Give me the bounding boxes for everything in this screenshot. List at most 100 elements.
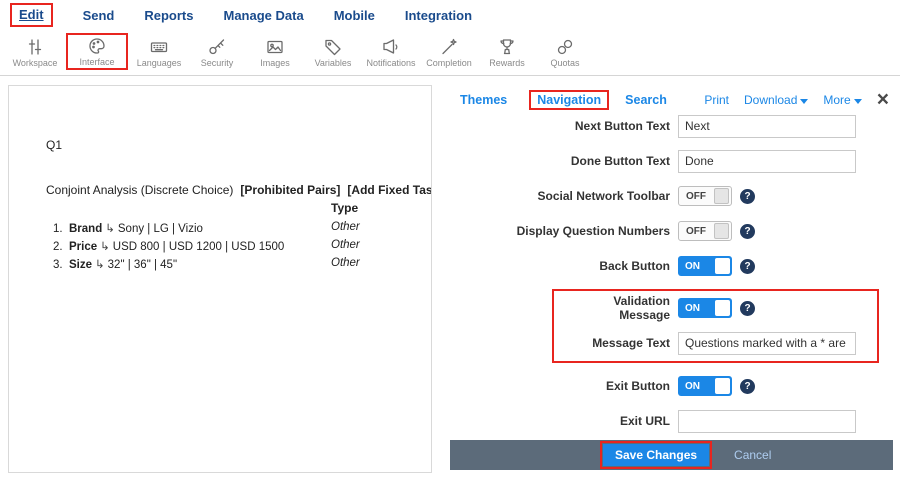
menu-item-reports[interactable]: Reports (144, 8, 193, 23)
print-link[interactable]: Print (704, 93, 729, 107)
form-row-display-question-numbers: Display Question Numbers OFF ? (450, 219, 893, 243)
row-number: 3. (53, 259, 69, 271)
exit-url-input[interactable] (678, 410, 856, 433)
arrow-icon: ↳ (95, 259, 105, 271)
toolbar-item-variables[interactable]: Variables (306, 37, 360, 68)
field-label: Exit Button (450, 379, 670, 393)
exit-button-toggle[interactable]: ON (678, 376, 732, 396)
toggle-knob (714, 223, 729, 239)
field-label: Next Button Text (450, 119, 670, 133)
help-icon[interactable]: ? (740, 189, 755, 204)
back-button-toggle[interactable]: ON (678, 256, 732, 276)
validation-message-toggle[interactable]: ON (678, 298, 732, 318)
toolbar-item-label: Notifications (366, 58, 415, 68)
toolbar-item-label: Workspace (13, 58, 58, 68)
display-question-numbers-toggle[interactable]: OFF (678, 221, 732, 241)
menu-item-send[interactable]: Send (83, 8, 115, 23)
trophy-icon (497, 37, 517, 57)
field-label: Done Button Text (450, 154, 670, 168)
close-icon[interactable]: × (877, 92, 889, 108)
form-row-exit-button: Exit Button ON ? (450, 374, 893, 398)
tab-themes[interactable]: Themes (460, 93, 507, 107)
more-link[interactable]: More (823, 93, 861, 107)
question-title-row: Conjoint Analysis (Discrete Choice) [Pro… (46, 183, 432, 197)
toolbar-item-label: Completion (426, 58, 472, 68)
attribute-levels: USD 800 | USD 1200 | USD 1500 (113, 241, 285, 253)
help-icon[interactable]: ? (740, 224, 755, 239)
toolbar-item-interface[interactable]: Interface (70, 36, 124, 67)
toggle-knob (715, 378, 730, 394)
save-highlight-box: Save Changes (600, 441, 712, 469)
help-icon[interactable]: ? (740, 301, 755, 316)
form-row-social-network-toolbar: Social Network Toolbar OFF ? (450, 184, 893, 208)
field-label: Social Network Toolbar (450, 189, 670, 203)
done-button-text-input[interactable] (678, 150, 856, 173)
add-fixed-tasks-link[interactable]: [Add Fixed Tasks (347, 183, 432, 197)
validation-highlight-box: Validation Message ON ? Message Text (552, 289, 879, 363)
tag-icon (323, 37, 343, 57)
chain-link-icon (555, 37, 575, 57)
question-code: Q1 (46, 138, 62, 152)
form-row-done-button-text: Done Button Text (450, 149, 893, 173)
chevron-down-icon (854, 99, 862, 104)
prohibited-pairs-link[interactable]: [Prohibited Pairs] (240, 183, 340, 197)
toolbar-item-label: Quotas (550, 58, 579, 68)
arrow-icon: ↳ (100, 241, 110, 253)
type-column-header: Type (331, 201, 358, 215)
help-icon[interactable]: ? (740, 379, 755, 394)
toggle-knob (714, 188, 729, 204)
panel-actions: Print Download More × (704, 92, 893, 108)
toggle-knob (715, 300, 730, 316)
social-network-toolbar-toggle[interactable]: OFF (678, 186, 732, 206)
next-button-text-input[interactable] (678, 115, 856, 138)
toggle-state-label: ON (678, 381, 700, 392)
toolbar-item-notifications[interactable]: Notifications (364, 37, 418, 68)
form-row-message-text: Message Text (560, 331, 877, 355)
menu-item-manage-data[interactable]: Manage Data (223, 8, 303, 23)
toolbar-item-languages[interactable]: Languages (132, 37, 186, 68)
attribute-levels: Sony | LG | Vizio (118, 223, 203, 235)
keyboard-icon (149, 37, 169, 57)
attribute-type: Other (331, 239, 360, 251)
row-number: 1. (53, 223, 69, 235)
download-link[interactable]: Download (744, 93, 808, 107)
attribute-type: Other (331, 257, 360, 269)
toolbar-item-label: Languages (137, 58, 182, 68)
field-label: Back Button (450, 259, 670, 273)
help-icon[interactable]: ? (740, 259, 755, 274)
tab-search[interactable]: Search (625, 93, 667, 107)
message-text-input[interactable] (678, 332, 856, 355)
cancel-link[interactable]: Cancel (734, 448, 771, 462)
attribute-name: Brand (69, 223, 102, 235)
save-changes-button[interactable]: Save Changes (603, 444, 709, 466)
menu-item-edit[interactable]: Edit (19, 7, 44, 22)
menu-item-integration[interactable]: Integration (405, 8, 472, 23)
settings-footer: Save Changes Cancel (450, 440, 893, 470)
conjoint-attribute-row: 2.Price↳USD 800 | USD 1200 | USD 1500 Ot… (53, 239, 284, 253)
survey-preview-panel: Q1 Conjoint Analysis (Discrete Choice) [… (8, 85, 432, 473)
toolbar-item-rewards[interactable]: Rewards (480, 37, 534, 68)
toolbar-item-workspace[interactable]: Workspace (8, 37, 62, 68)
edit-highlight-box: Edit (10, 3, 53, 27)
form-row-validation-message: Validation Message ON ? (560, 296, 877, 320)
toolbar-item-completion[interactable]: Completion (422, 37, 476, 68)
navigation-highlight-box: Navigation (529, 90, 609, 110)
tab-navigation[interactable]: Navigation (537, 93, 601, 107)
toolbar-item-quotas[interactable]: Quotas (538, 37, 592, 68)
menu-item-mobile[interactable]: Mobile (334, 8, 375, 23)
form-row-back-button: Back Button ON ? (450, 254, 893, 278)
key-icon (207, 37, 227, 57)
toggle-state-label: ON (678, 303, 700, 314)
toolbar-item-label: Images (260, 58, 290, 68)
conjoint-attribute-row: 3.Size↳32" | 36" | 45" Other (53, 257, 177, 271)
toolbar-item-label: Rewards (489, 58, 525, 68)
toolbar-item-label: Variables (315, 58, 352, 68)
toggle-state-label: OFF (679, 226, 706, 237)
attribute-name: Size (69, 259, 92, 271)
arrow-icon: ↳ (105, 223, 115, 235)
toolbar-item-security[interactable]: Security (190, 37, 244, 68)
field-label: Exit URL (450, 414, 670, 428)
toolbar-item-label: Security (201, 58, 234, 68)
question-title: Conjoint Analysis (Discrete Choice) (46, 183, 233, 197)
toolbar-item-images[interactable]: Images (248, 37, 302, 68)
